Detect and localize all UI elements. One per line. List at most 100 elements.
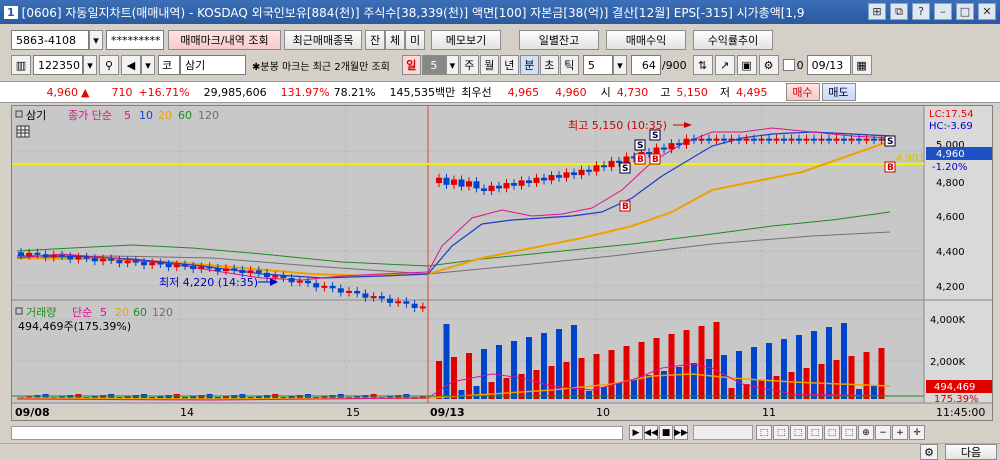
candle-body: [337, 288, 344, 293]
chart-area[interactable]: 삼기 종가 단순 5 10 20 60 120 LC:17.54 HC:-3.6…: [11, 105, 993, 421]
close-icon[interactable]: ✕: [978, 3, 996, 20]
trade-mark-button[interactable]: 매매마크/내역 조회: [168, 30, 281, 50]
ask-price: 4,965: [507, 85, 540, 99]
legend-ma-label: 종가 단순: [68, 109, 112, 122]
candle-body: [526, 180, 532, 184]
daily-balance-button[interactable]: 일별잔고: [519, 30, 599, 50]
help-icon[interactable]: ?: [912, 3, 930, 20]
candle-body: [305, 280, 311, 284]
link-chart-icon[interactable]: ⇅: [692, 55, 713, 75]
tool-icon-5[interactable]: ⬚: [824, 425, 840, 440]
candle-body: [563, 172, 570, 178]
volume-bar: [473, 386, 480, 399]
candle-body: [378, 296, 385, 299]
link-icon[interactable]: ⊞: [868, 3, 886, 20]
candle-body: [272, 275, 279, 278]
minus-icon[interactable]: −: [875, 425, 891, 440]
interval-dropdown-icon[interactable]: ▾: [612, 55, 627, 75]
chart-controls: ▶ ◀◀ ■ ▶▶ ⬚ ⬚ ⬚ ⬚ ⬚ ⬚ ⊕ − + ✛: [0, 424, 1000, 442]
table-icon[interactable]: [16, 125, 30, 138]
candle-body: [83, 256, 90, 259]
period-tick[interactable]: 틱: [559, 55, 579, 75]
volume-bar: [766, 343, 772, 399]
memo-button[interactable]: 메모보기: [431, 30, 501, 50]
stop-icon[interactable]: ■: [659, 425, 673, 440]
period-day-count[interactable]: 5: [421, 55, 446, 75]
candle-body: [788, 138, 795, 141]
chart-type-icon[interactable]: ▥: [11, 55, 31, 75]
next-button[interactable]: 다음: [945, 444, 997, 460]
day-count-dropdown-icon[interactable]: ▾: [445, 55, 459, 75]
password-input[interactable]: *********: [106, 30, 164, 50]
candle-body: [533, 177, 540, 184]
candle-body: [586, 169, 592, 172]
recent-trades-button[interactable]: 최근매매종목: [284, 30, 362, 50]
executed-button[interactable]: 체: [385, 30, 405, 50]
period-second[interactable]: 초: [539, 55, 559, 75]
date-input[interactable]: 09/13: [806, 55, 851, 75]
period-week[interactable]: 주: [459, 55, 479, 75]
candle-body: [67, 256, 74, 260]
candle-body: [811, 138, 817, 141]
candle-body: [403, 301, 410, 304]
restore-icon[interactable]: ⧉: [890, 3, 908, 20]
period-day[interactable]: 일: [401, 55, 421, 75]
save-icon[interactable]: ▣: [736, 55, 757, 75]
sell-button[interactable]: 매도: [821, 83, 856, 101]
account-dropdown-icon[interactable]: ▾: [89, 30, 103, 50]
candle-body: [511, 183, 517, 186]
draw-line-icon[interactable]: ↗: [714, 55, 735, 75]
interval-input[interactable]: 5: [582, 55, 613, 75]
svg-text:S: S: [887, 137, 893, 147]
code-dropdown-icon[interactable]: ▾: [83, 55, 97, 75]
candle-body: [488, 185, 495, 192]
volume-bar: [646, 375, 652, 399]
forward-icon[interactable]: ▶▶: [674, 425, 688, 440]
scroll-right-icon[interactable]: ▶: [629, 425, 643, 440]
level-label: 4,901: [896, 153, 925, 164]
bid-price: 4,960: [555, 85, 587, 99]
search-icon[interactable]: ⚲: [99, 55, 119, 75]
horizontal-scrollbar[interactable]: [11, 426, 623, 440]
balance-button[interactable]: 잔: [365, 30, 385, 50]
candle-body: [50, 254, 57, 258]
minimize-icon[interactable]: –: [934, 3, 952, 20]
zero-checkbox[interactable]: [782, 59, 795, 71]
candle-body: [743, 138, 750, 141]
trade-profit-button[interactable]: 매매수익: [606, 30, 686, 50]
volume-bar: [736, 351, 742, 399]
candle-body: [223, 268, 229, 272]
maximize-icon[interactable]: □: [956, 3, 974, 20]
hc-label: HC:-3.69: [929, 121, 973, 132]
tool-icon-2[interactable]: ⬚: [773, 425, 789, 440]
period-minute[interactable]: 분: [519, 55, 539, 75]
return-trend-button[interactable]: 수익률추이: [693, 30, 773, 50]
tool-icon-6[interactable]: ⬚: [841, 425, 857, 440]
zoom-slider[interactable]: [693, 425, 753, 440]
volume-bar: [638, 342, 645, 399]
turnover-rate: 78.21%: [333, 85, 376, 99]
period-month[interactable]: 월: [479, 55, 499, 75]
tool-icon-4[interactable]: ⬚: [807, 425, 823, 440]
svg-text:S: S: [637, 141, 643, 151]
candle-body: [848, 138, 855, 141]
volume-bar: [706, 359, 712, 399]
pan-icon[interactable]: ✛: [909, 425, 925, 440]
gear-icon[interactable]: ⚙: [758, 55, 779, 75]
plus-icon[interactable]: +: [892, 425, 908, 440]
buy-button[interactable]: 매수: [785, 83, 820, 101]
speaker-dropdown-icon[interactable]: ▾: [141, 55, 155, 75]
zoom-in-icon[interactable]: ⊕: [858, 425, 874, 440]
unfilled-button[interactable]: 미: [405, 30, 425, 50]
settings-gear-icon[interactable]: ⚙: [920, 444, 938, 460]
tool-icon-3[interactable]: ⬚: [790, 425, 806, 440]
candle-body: [796, 138, 802, 141]
rewind-icon[interactable]: ◀◀: [644, 425, 658, 440]
tool-icon-1[interactable]: ⬚: [756, 425, 772, 440]
stock-code-input[interactable]: 122350: [33, 55, 83, 75]
account-input[interactable]: 5863-4108: [11, 30, 89, 50]
count-input[interactable]: 64: [630, 55, 661, 75]
calendar-icon[interactable]: ▦: [851, 55, 872, 75]
speaker-icon[interactable]: ◀: [121, 55, 141, 75]
period-year[interactable]: 년: [499, 55, 519, 75]
